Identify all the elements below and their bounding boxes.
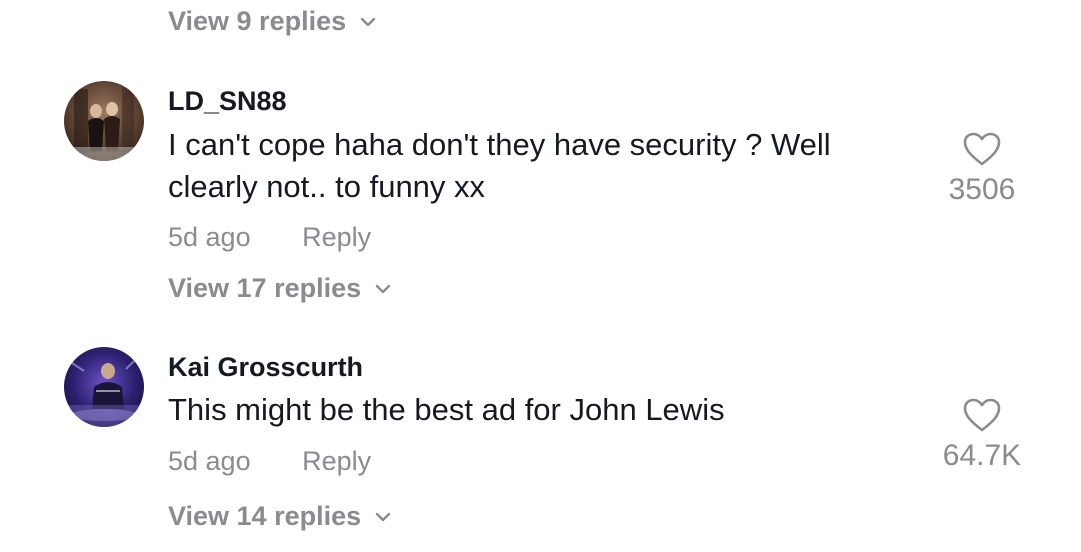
- heart-outline-icon[interactable]: [962, 397, 1002, 433]
- reply-button[interactable]: Reply: [302, 446, 371, 476]
- like-count: 64.7K: [942, 439, 1022, 472]
- chevron-down-icon: [375, 512, 391, 521]
- view-replies-button[interactable]: View 17 replies: [168, 273, 391, 304]
- comment-username[interactable]: LD_SN88: [168, 86, 287, 117]
- view-replies-button[interactable]: View 14 replies: [168, 501, 391, 532]
- view-replies-button[interactable]: View 9 replies: [168, 6, 376, 37]
- comment-timestamp: 5d ago: [168, 222, 251, 252]
- user-avatar-photo: [64, 347, 144, 427]
- user-avatar-photo: [64, 81, 144, 161]
- like-control: 64.7K: [922, 397, 1042, 473]
- comment-username[interactable]: Kai Grosscurth: [168, 352, 363, 383]
- view-replies-label: View 14 replies: [168, 501, 362, 531]
- chevron-down-icon: [360, 17, 376, 26]
- avatar[interactable]: [64, 347, 144, 427]
- comment-meta: 5d ago Reply: [168, 222, 371, 253]
- reply-button[interactable]: Reply: [302, 222, 371, 252]
- view-replies-label: View 9 replies: [168, 6, 347, 36]
- comment-text: I can't cope haha don't they have securi…: [168, 127, 831, 204]
- comment-text: This might be the best ad for John Lewis: [168, 392, 725, 427]
- view-replies-label: View 17 replies: [168, 273, 362, 303]
- chevron-down-icon: [375, 284, 391, 293]
- avatar[interactable]: [64, 81, 144, 161]
- like-count: 3506: [948, 173, 1016, 206]
- like-control: 3506: [922, 131, 1042, 207]
- comment-meta: 5d ago Reply: [168, 446, 371, 477]
- heart-outline-icon[interactable]: [962, 131, 1002, 167]
- comment-timestamp: 5d ago: [168, 446, 251, 476]
